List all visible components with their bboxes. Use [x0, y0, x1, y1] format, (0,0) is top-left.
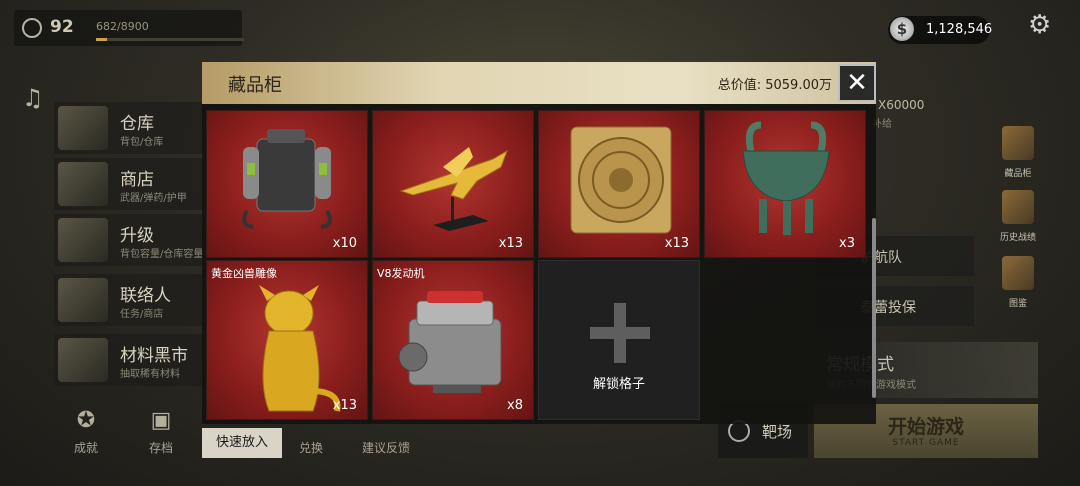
- warehouse-icon: [58, 106, 108, 150]
- collection-slot[interactable]: V8发动机 x8: [372, 260, 534, 420]
- range-label: 靶场: [762, 423, 793, 441]
- modal-header: 藏品柜 总价值: 5059.00万: [202, 62, 876, 104]
- close-icon[interactable]: ✕: [838, 64, 876, 102]
- book-icon: [1002, 256, 1034, 290]
- side-cabinet-button[interactable]: 藏品柜: [996, 126, 1040, 179]
- bottom-label: 成就: [73, 441, 98, 455]
- menu-subtitle: 武器/弹药/护甲: [120, 193, 187, 204]
- upgrade-icon: [58, 218, 108, 262]
- menu-subtitle: 抽取稀有材料: [120, 369, 180, 380]
- item-count: x10: [332, 236, 357, 251]
- bottom-label: 建议反馈: [361, 441, 410, 455]
- collection-slot[interactable]: x13: [538, 110, 700, 258]
- currency-display[interactable]: $ 1,128,546: [888, 16, 993, 44]
- item-name: 黄金凶兽雕像: [211, 267, 277, 280]
- item-count: x13: [332, 398, 357, 413]
- collection-slot[interactable]: x13: [372, 110, 534, 258]
- side-label: 历史战绩: [999, 233, 1036, 243]
- player-level: 92: [50, 17, 74, 37]
- plus-icon-bar: [590, 327, 650, 339]
- shop-icon: [58, 162, 108, 206]
- rank-shield-icon: [22, 18, 42, 38]
- menu-title: 升级: [120, 226, 154, 246]
- item-count: x13: [498, 236, 523, 251]
- menu-contacts[interactable]: 联络人 任务/商店: [54, 274, 204, 326]
- contacts-icon: [58, 278, 108, 322]
- save-button[interactable]: ▣ 存档: [131, 408, 191, 456]
- menu-warehouse[interactable]: 仓库 背包/仓库: [54, 102, 204, 154]
- item-count: x8: [507, 398, 523, 413]
- menu-subtitle: 背包/仓库: [120, 137, 164, 148]
- bottom-label: 兑换: [298, 441, 323, 455]
- unlock-label: 解锁格子: [592, 377, 645, 392]
- player-xp: 682/8900: [96, 20, 149, 33]
- side-label: 图鉴: [1008, 299, 1027, 309]
- menu-title: 联络人: [120, 286, 171, 306]
- cabinet-icon: [1002, 126, 1034, 160]
- menu-black-market[interactable]: 材料黑市 抽取稀有材料: [54, 334, 204, 386]
- menu-title: 仓库: [120, 114, 154, 134]
- settings-gear-icon[interactable]: ⚙: [1028, 10, 1051, 40]
- collection-slot[interactable]: x3: [704, 110, 866, 258]
- modal-title: 藏品柜: [228, 75, 282, 96]
- medal-icon: ✪: [76, 408, 96, 433]
- collection-slot[interactable]: 黄金凶兽雕像 x13: [206, 260, 368, 420]
- achievements-button[interactable]: ✪ 成就: [56, 408, 116, 456]
- menu-subtitle: 任务/商店: [120, 309, 164, 320]
- side-label: 藏品柜: [1004, 169, 1032, 179]
- quick-put-button[interactable]: 快速放入: [202, 428, 282, 458]
- menu-subtitle: 背包容量/仓库容量: [120, 249, 204, 260]
- item-count: x3: [839, 236, 855, 251]
- menu-title: 商店: [120, 170, 154, 190]
- v8-engine-icon: [398, 291, 502, 393]
- bottom-label: 存档: [148, 441, 173, 455]
- player-level-panel[interactable]: 92 682/8900: [14, 10, 244, 46]
- silver-coin-icon: $: [890, 17, 914, 41]
- music-icon[interactable]: ♫: [22, 84, 44, 112]
- unlock-slot-button[interactable]: 解锁格子: [538, 260, 700, 420]
- side-book-button[interactable]: 图鉴: [996, 256, 1040, 309]
- menu-upgrade[interactable]: 升级 背包容量/仓库容量: [54, 214, 204, 266]
- scrollbar[interactable]: [872, 218, 876, 398]
- item-name: V8发动机: [377, 267, 425, 280]
- black-market-icon: [58, 338, 108, 382]
- menu-title: 材料黑市: [120, 346, 188, 366]
- golden-beast-statue-icon: [259, 285, 341, 412]
- xp-bar-fill: [96, 38, 108, 41]
- menu-shop[interactable]: 商店 武器/弹药/护甲: [54, 158, 204, 210]
- item-count: x13: [664, 236, 689, 251]
- supply-reward-amount: X60000: [878, 98, 925, 112]
- start-sublabel: START GAME: [892, 438, 960, 448]
- xp-bar: [96, 38, 244, 41]
- currency-amount: 1,128,546: [926, 22, 993, 37]
- collection-slot[interactable]: x10: [206, 110, 368, 258]
- total-value: 总价值: 5059.00万: [717, 78, 832, 93]
- save-icon: ▣: [150, 408, 172, 433]
- side-history-button[interactable]: 历史战绩: [996, 190, 1040, 243]
- history-icon: [1002, 190, 1034, 224]
